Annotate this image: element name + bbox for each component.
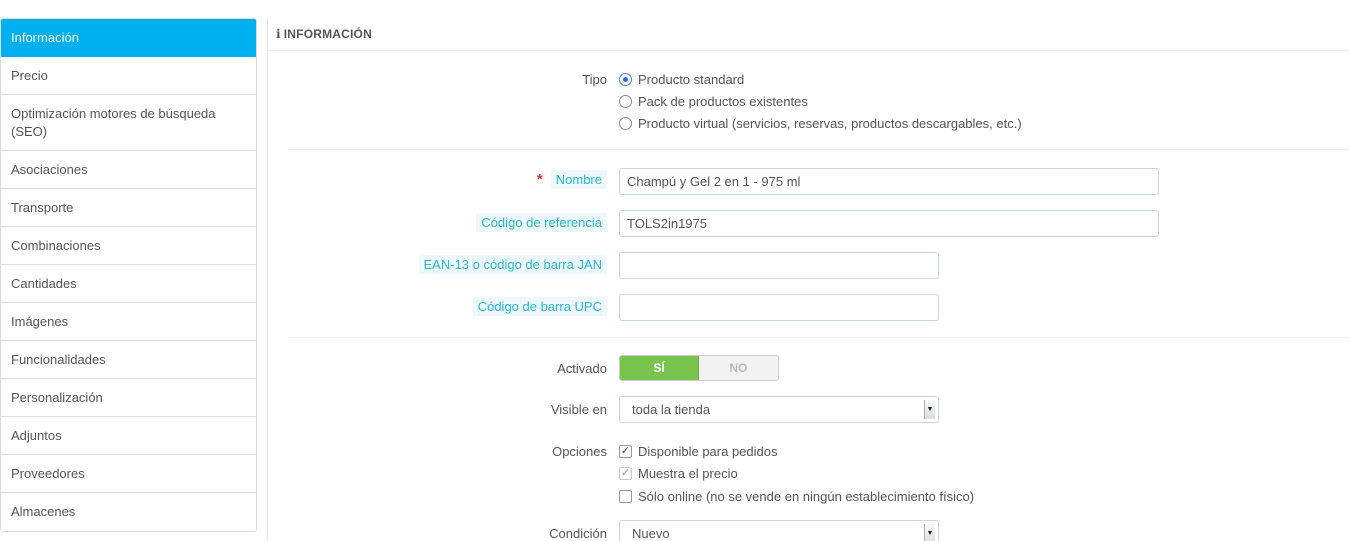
nombre-input[interactable]: Champú y Gel 2 en 1 - 975 ml <box>619 168 1159 195</box>
upc-input[interactable] <box>619 294 939 321</box>
divider <box>288 149 1349 150</box>
panel-title: INFORMACIÓN <box>283 27 372 41</box>
info-icon: i <box>276 27 281 41</box>
sidebar-item-label: Almacenes <box>11 504 76 519</box>
sidebar-item-label: Transporte <box>11 199 74 215</box>
sidebar-item-combinaciones[interactable]: Combinaciones <box>1 227 256 265</box>
sidebar-item-label: Optimización motores de búsqueda (SEO) <box>11 105 216 139</box>
tipo-option-label: Producto standard <box>638 72 745 87</box>
referencia-input[interactable]: TOLS2in1975 <box>619 210 1159 237</box>
condicion-select[interactable]: Nuevo ▼ <box>619 520 939 541</box>
sidebar-item-funcionalidades[interactable]: Funcionalidades <box>1 341 256 379</box>
opciones-label: Opciones <box>552 444 607 459</box>
tipo-option-standard[interactable]: Producto standard <box>619 72 744 87</box>
tipo-option-label: Pack de productos existentes <box>638 94 808 109</box>
sidebar-item-label: Proveedores <box>11 465 85 481</box>
sidebar-item-cantidades[interactable]: Cantidades <box>1 265 256 303</box>
radio-icon[interactable] <box>619 95 632 108</box>
switch-no-option[interactable]: NO <box>699 356 778 380</box>
ean-label: EAN-13 o código de barra JAN <box>418 255 607 274</box>
sidebar-item-label: Precio <box>11 67 48 83</box>
checkbox-checked-disabled-icon[interactable]: ✓ <box>619 467 632 480</box>
radio-selected-icon[interactable] <box>619 73 632 86</box>
tipo-option-pack[interactable]: Pack de productos existentes <box>619 94 808 109</box>
nombre-value: Champú y Gel 2 en 1 - 975 ml <box>627 174 801 189</box>
product-tabs-sidebar: Información Precio Optimización motores … <box>0 18 257 532</box>
condicion-label: Condición <box>549 526 607 541</box>
radio-icon[interactable] <box>619 117 632 130</box>
sidebar-item-label: Cantidades <box>11 275 77 291</box>
option-label: Sólo online (no se vende en ningún estab… <box>638 489 975 504</box>
sidebar-item-proveedores[interactable]: Proveedores <box>1 455 256 493</box>
ean-input[interactable] <box>619 252 939 279</box>
sidebar-item-imagenes[interactable]: Imágenes <box>1 303 256 341</box>
nombre-label: Nombre <box>550 170 607 189</box>
referencia-value: TOLS2in1975 <box>627 216 707 231</box>
checkbox-icon[interactable] <box>619 490 632 503</box>
divider <box>288 337 1349 338</box>
sidebar-item-label: Personalización <box>11 389 103 405</box>
sidebar-item-precio[interactable]: Precio <box>1 57 256 95</box>
sidebar-item-transporte[interactable]: Transporte <box>1 189 256 227</box>
option-solo-online[interactable]: Sólo online (no se vende en ningún estab… <box>619 489 974 504</box>
chevron-down-icon: ▼ <box>924 400 935 419</box>
sidebar-item-label: Información <box>11 29 79 45</box>
option-label: Disponible para pedidos <box>638 444 778 459</box>
sidebar-item-label: Combinaciones <box>11 237 101 253</box>
panel-heading: i INFORMACIÓN <box>268 18 1349 51</box>
required-marker: * <box>536 171 543 188</box>
chevron-down-icon: ▼ <box>924 524 935 541</box>
tipo-option-virtual[interactable]: Producto virtual (servicios, reservas, p… <box>619 116 1022 131</box>
checkbox-checked-icon[interactable]: ✓ <box>619 445 632 458</box>
sidebar-item-adjuntos[interactable]: Adjuntos <box>1 417 256 455</box>
sidebar-item-seo[interactable]: Optimización motores de búsqueda (SEO) <box>1 95 256 151</box>
nombre-label-wrap: * Nombre <box>536 170 607 189</box>
information-panel: i INFORMACIÓN Tipo Producto standard Pac… <box>267 18 1349 541</box>
sidebar-item-label: Imágenes <box>11 313 69 329</box>
sidebar-item-label: Funcionalidades <box>11 351 106 367</box>
activado-label: Activado <box>557 361 607 376</box>
sidebar-item-informacion[interactable]: Información <box>1 19 256 57</box>
visible-select[interactable]: toda la tienda ▼ <box>619 396 939 423</box>
activado-switch[interactable]: SÍ NO <box>619 355 779 381</box>
visible-label: Visible en <box>550 402 607 417</box>
switch-yes-option[interactable]: SÍ <box>620 356 699 380</box>
sidebar-item-label: Adjuntos <box>11 427 62 443</box>
condicion-value: Nuevo <box>632 526 670 541</box>
sidebar-item-personalizacion[interactable]: Personalización <box>1 379 256 417</box>
visible-value: toda la tienda <box>632 402 711 417</box>
option-label: Muestra el precio <box>638 466 738 481</box>
sidebar-item-almacenes[interactable]: Almacenes <box>1 493 256 531</box>
tipo-option-label: Producto virtual (servicios, reservas, p… <box>638 116 1022 131</box>
referencia-label: Código de referencia <box>476 213 607 232</box>
tipo-label: Tipo <box>582 72 607 87</box>
sidebar-item-label: Asociaciones <box>11 161 88 177</box>
sidebar-item-asociaciones[interactable]: Asociaciones <box>1 151 256 189</box>
option-disponible[interactable]: ✓ Disponible para pedidos <box>619 444 777 459</box>
upc-label: Código de barra UPC <box>472 297 607 316</box>
option-muestra-precio[interactable]: ✓ Muestra el precio <box>619 466 738 481</box>
